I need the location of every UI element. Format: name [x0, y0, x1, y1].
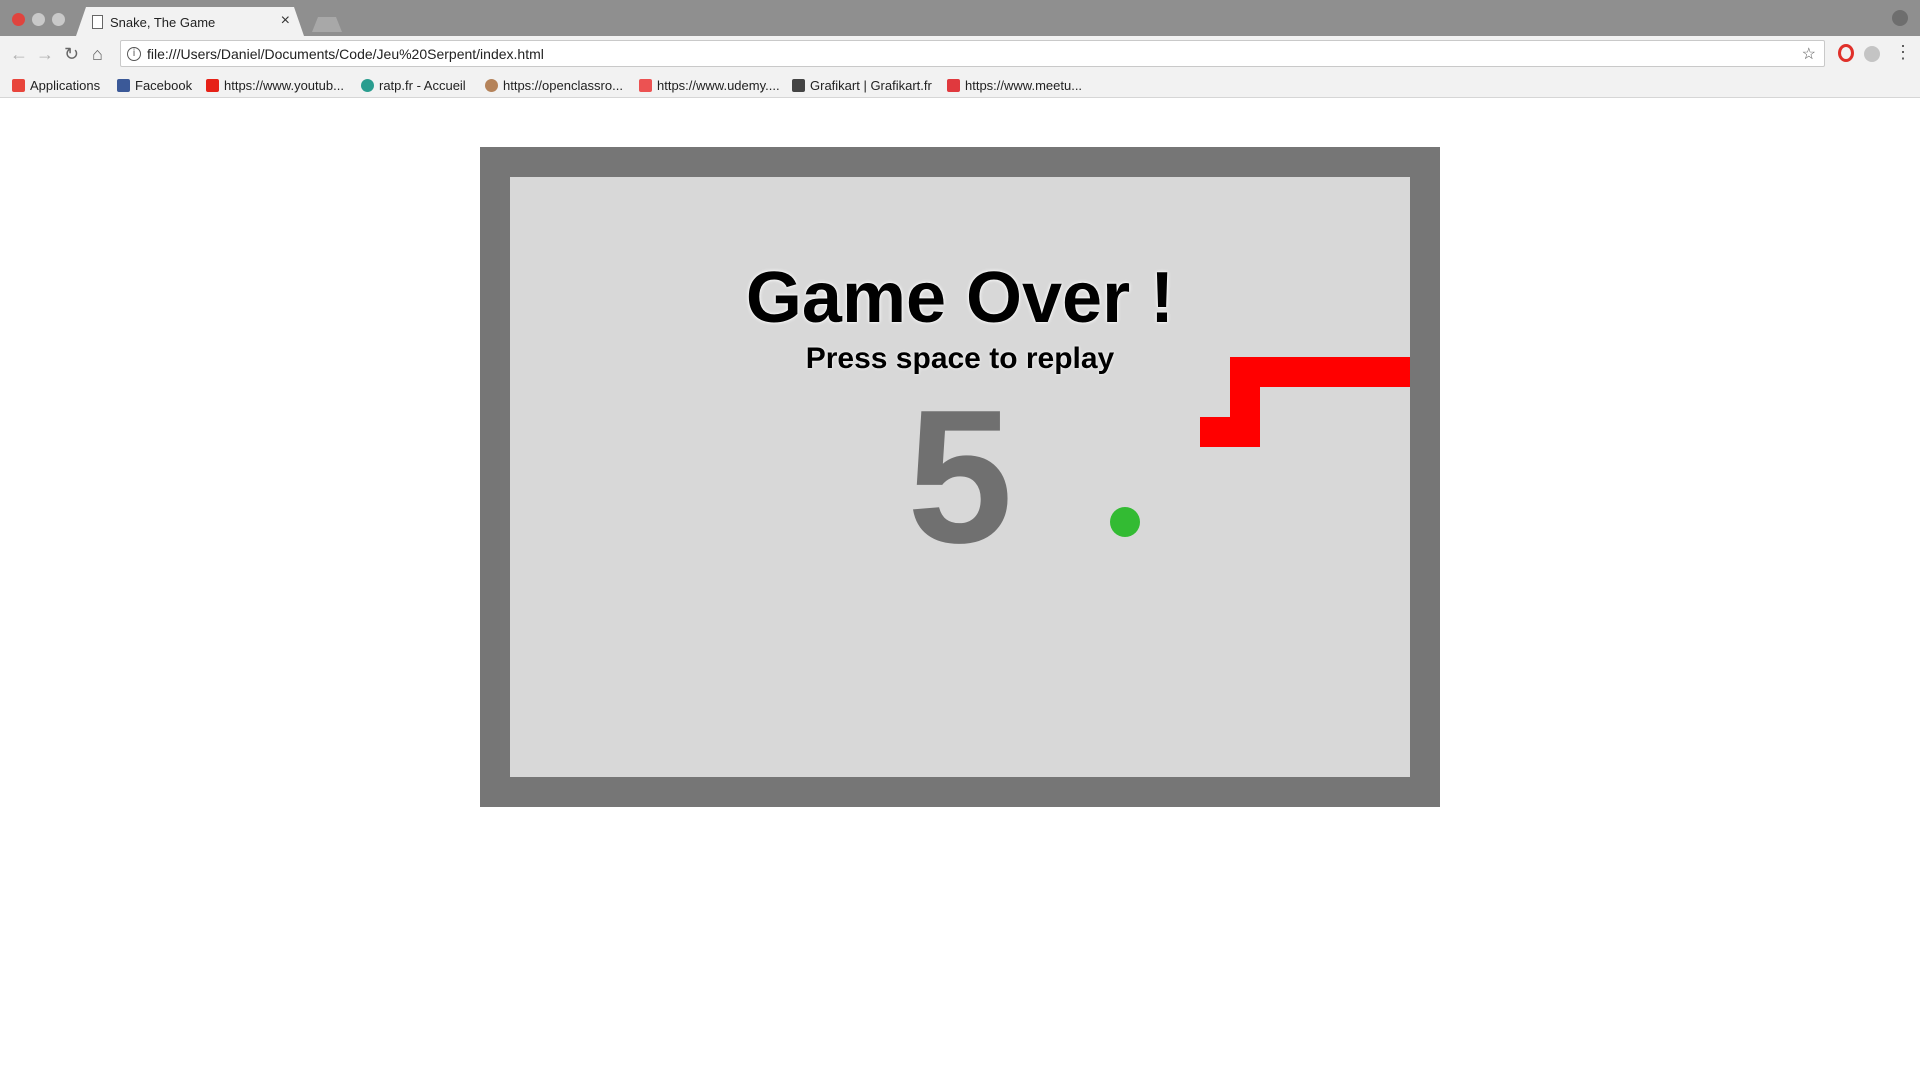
snake-segment — [1290, 357, 1320, 387]
opera-extension-icon[interactable] — [1838, 44, 1854, 62]
tab-close-icon[interactable]: × — [281, 12, 290, 30]
facebook-icon — [117, 79, 130, 92]
score-display: 5 — [907, 371, 1013, 583]
browser-toolbar: ← → ↻ ⌂ i file:///Users/Daniel/Documents… — [0, 36, 1920, 74]
home-button[interactable]: ⌂ — [92, 44, 103, 64]
forward-button[interactable]: → — [36, 44, 54, 64]
openclassrooms-icon — [485, 79, 498, 92]
bookmark-label: Grafikart | Grafikart.fr — [810, 78, 932, 93]
bookmark-label: https://openclassro... — [503, 78, 623, 93]
apps-grid-icon — [12, 79, 25, 92]
udemy-icon — [639, 79, 652, 92]
snake-segment — [1230, 387, 1260, 417]
maximize-window-button[interactable] — [52, 13, 65, 26]
bookmark-label: https://www.youtub... — [224, 78, 344, 93]
bookmark-applications[interactable]: Applications — [12, 78, 100, 93]
bookmark-label: ratp.fr - Accueil — [379, 78, 466, 93]
bookmark-label: Applications — [30, 78, 101, 93]
cloud-extension-icon[interactable] — [1864, 46, 1880, 62]
profile-icon[interactable] — [1892, 10, 1908, 26]
game-frame: Game Over ! Press space to replay 5 — [480, 147, 1440, 807]
snake-segment — [1230, 417, 1260, 447]
snake-segment — [1320, 357, 1350, 387]
bookmark-label: https://www.udemy.... — [657, 78, 780, 93]
address-url[interactable]: file:///Users/Daniel/Documents/Code/Jeu%… — [147, 46, 544, 62]
tab-title: Snake, The Game — [110, 15, 216, 30]
bookmark-youtube[interactable]: https://www.youtub... — [206, 78, 344, 93]
browser-menu-icon[interactable]: ⋮ — [1894, 42, 1912, 62]
document-icon — [92, 15, 103, 29]
bookmark-openclassrooms[interactable]: https://openclassro... — [485, 78, 623, 93]
back-button[interactable]: ← — [10, 44, 28, 64]
bookmark-label: Facebook — [135, 78, 193, 93]
game-over-title: Game Over ! — [745, 258, 1175, 338]
info-icon[interactable]: i — [127, 47, 141, 61]
bookmark-meetup[interactable]: https://www.meetu... — [947, 78, 1082, 93]
snake-head — [1380, 357, 1410, 387]
bookmark-star-icon[interactable]: ☆ — [1802, 44, 1816, 64]
ratp-icon — [361, 79, 374, 92]
game-board[interactable]: Game Over ! Press space to replay 5 — [510, 177, 1410, 777]
browser-tab-strip: Snake, The Game × — [0, 0, 1920, 36]
bookmark-udemy[interactable]: https://www.udemy.... — [639, 78, 780, 93]
address-bar[interactable]: i file:///Users/Daniel/Documents/Code/Je… — [120, 40, 1825, 67]
snake-segment — [1230, 357, 1260, 387]
bookmark-facebook[interactable]: Facebook — [117, 78, 192, 93]
snake-segment — [1350, 357, 1380, 387]
snake-segment — [1260, 357, 1290, 387]
bookmark-label: https://www.meetu... — [965, 78, 1083, 93]
bookmark-grafikart[interactable]: Grafikart | Grafikart.fr — [792, 78, 932, 93]
snake-segment — [1200, 417, 1230, 447]
tab-snake-game[interactable]: Snake, The Game × — [76, 7, 304, 36]
grafikart-icon — [792, 79, 805, 92]
bookmarks-bar: Applications Facebook https://www.youtub… — [0, 74, 1920, 98]
meetup-icon — [947, 79, 960, 92]
youtube-icon — [206, 79, 219, 92]
bookmark-ratp[interactable]: ratp.fr - Accueil — [361, 78, 466, 93]
minimize-window-button[interactable] — [32, 13, 45, 26]
close-window-button[interactable] — [12, 13, 25, 26]
new-tab-button[interactable] — [312, 17, 342, 32]
reload-button[interactable]: ↻ — [64, 44, 79, 64]
apple-food — [1110, 507, 1140, 537]
